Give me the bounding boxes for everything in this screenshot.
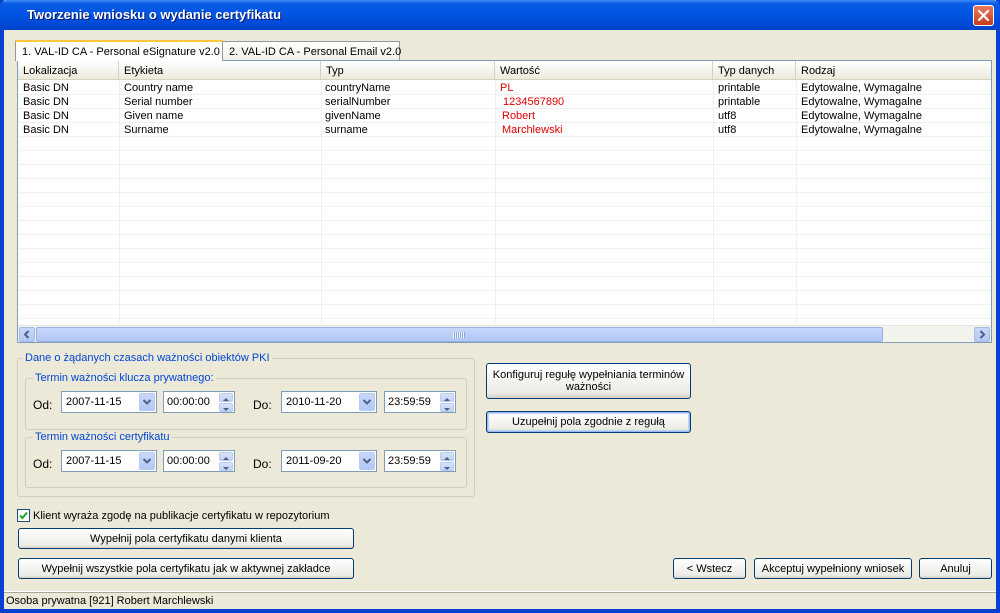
private-key-from-label: Od: bbox=[33, 398, 53, 412]
table-row[interactable]: Basic DN Given name givenName Robert utf… bbox=[18, 109, 991, 123]
back-button[interactable]: < Wstecz bbox=[673, 558, 746, 579]
spin-down-icon[interactable] bbox=[440, 462, 454, 471]
tab-email-label: 2. VAL-ID CA - Personal Email v2.0 bbox=[229, 46, 402, 58]
column-header-data-type[interactable]: Typ danych bbox=[713, 61, 796, 80]
status-bar: Osoba prywatna [921] Robert Marchlewski bbox=[4, 591, 996, 609]
private-key-from-date-picker[interactable]: 2007-11-15 bbox=[61, 391, 157, 413]
column-header-value[interactable]: Wartość bbox=[495, 61, 713, 80]
chevron-down-icon[interactable] bbox=[139, 452, 155, 470]
cell-value[interactable]: Robert bbox=[502, 110, 535, 122]
cell-data-type: printable bbox=[718, 82, 761, 94]
cell-data-type: utf8 bbox=[718, 124, 737, 136]
certificate-from-label: Od: bbox=[33, 457, 53, 471]
spin-down-icon[interactable] bbox=[219, 462, 233, 471]
private-key-to-time-spinner[interactable]: 23:59:59 bbox=[384, 391, 456, 413]
scroll-left-button[interactable] bbox=[19, 327, 35, 342]
chevron-right-icon bbox=[979, 330, 986, 339]
window-title: Tworzenie wniosku o wydanie certyfikatu bbox=[27, 7, 282, 22]
grid-rows: Basic DN Country name countryName PL pri… bbox=[18, 80, 991, 324]
scroll-thumb[interactable] bbox=[36, 327, 883, 342]
spin-up-icon[interactable] bbox=[440, 452, 454, 461]
certificate-from-date-picker[interactable]: 2007-11-15 bbox=[61, 450, 157, 472]
certificate-to-label: Do: bbox=[253, 457, 272, 471]
fill-all-fields-button[interactable]: Wypełnij wszystkie pola certyfikatu jak … bbox=[18, 558, 354, 579]
private-key-to-label: Do: bbox=[253, 398, 272, 412]
cell-type: surname bbox=[325, 124, 368, 136]
close-button[interactable] bbox=[973, 5, 994, 26]
cell-location: Basic DN bbox=[23, 82, 69, 94]
certificate-to-time-spinner[interactable]: 23:59:59 bbox=[384, 450, 456, 472]
chevron-down-icon[interactable] bbox=[139, 393, 155, 411]
table-row[interactable]: Basic DN Surname surname Marchlewski utf… bbox=[18, 123, 991, 137]
spin-down-icon[interactable] bbox=[219, 403, 233, 412]
configure-rule-button[interactable]: Konfiguruj regułę wypełniania terminów w… bbox=[486, 363, 691, 399]
consent-checkbox[interactable] bbox=[17, 509, 30, 522]
cell-data-type: utf8 bbox=[718, 110, 737, 122]
scroll-right-button[interactable] bbox=[974, 327, 990, 342]
cell-value[interactable]: 1234567890 bbox=[503, 96, 564, 108]
title-bar[interactable]: Tworzenie wniosku o wydanie certyfikatu bbox=[0, 0, 1000, 30]
column-header-location[interactable]: Lokalizacja bbox=[18, 61, 119, 80]
cell-location: Basic DN bbox=[23, 110, 69, 122]
horizontal-scrollbar[interactable] bbox=[18, 325, 991, 342]
certificate-validity-title: Termin ważności certyfikatu bbox=[33, 431, 172, 443]
consent-label[interactable]: Klient wyraża zgodę na publikacje certyf… bbox=[33, 510, 330, 522]
close-icon bbox=[977, 9, 990, 22]
cell-kind: Edytowalne, Wymagalne bbox=[801, 110, 922, 122]
accept-request-button[interactable]: Akceptuj wypełniony wniosek bbox=[754, 558, 912, 579]
column-header-type[interactable]: Typ bbox=[321, 61, 495, 80]
private-key-validity-title: Termin ważności klucza prywatnego: bbox=[33, 372, 216, 384]
certificate-fields-grid[interactable]: Lokalizacja Etykieta Typ Wartość Typ dan… bbox=[17, 60, 992, 343]
cell-type: serialNumber bbox=[325, 96, 391, 108]
spin-up-icon[interactable] bbox=[440, 393, 454, 402]
cell-label: Surname bbox=[124, 124, 169, 136]
cell-location: Basic DN bbox=[23, 124, 69, 136]
chevron-down-icon[interactable] bbox=[359, 452, 375, 470]
cell-data-type: printable bbox=[718, 96, 761, 108]
spin-up-icon[interactable] bbox=[219, 393, 233, 402]
spin-up-icon[interactable] bbox=[219, 452, 233, 461]
certificate-to-date-picker[interactable]: 2011-09-20 bbox=[281, 450, 377, 472]
cell-value[interactable]: PL bbox=[500, 82, 513, 94]
fill-client-data-button[interactable]: Wypełnij pola certyfikatu danymi klienta bbox=[18, 528, 354, 549]
tab-esignature[interactable]: 1. VAL-ID CA - Personal eSignature v2.0 bbox=[15, 40, 223, 61]
cell-value[interactable]: Marchlewski bbox=[502, 124, 563, 136]
cell-label: Country name bbox=[124, 82, 194, 94]
certificate-from-time-spinner[interactable]: 00:00:00 bbox=[163, 450, 235, 472]
fill-by-rule-button[interactable]: Uzupełnij pola zgodnie z regułą bbox=[486, 411, 691, 433]
private-key-from-time-spinner[interactable]: 00:00:00 bbox=[163, 391, 235, 413]
cell-location: Basic DN bbox=[23, 96, 69, 108]
chevron-down-icon[interactable] bbox=[359, 393, 375, 411]
dialog-window: Tworzenie wniosku o wydanie certyfikatu … bbox=[0, 0, 1000, 613]
chevron-left-icon bbox=[23, 330, 30, 339]
private-key-to-date-picker[interactable]: 2010-11-20 bbox=[281, 391, 377, 413]
cell-kind: Edytowalne, Wymagalne bbox=[801, 124, 922, 136]
cancel-button[interactable]: Anuluj bbox=[919, 558, 992, 579]
cell-kind: Edytowalne, Wymagalne bbox=[801, 96, 922, 108]
cell-kind: Edytowalne, Wymagalne bbox=[801, 82, 922, 94]
table-row[interactable]: Basic DN Country name countryName PL pri… bbox=[18, 81, 991, 95]
tab-email[interactable]: 2. VAL-ID CA - Personal Email v2.0 bbox=[222, 41, 402, 61]
cell-label: Serial number bbox=[124, 96, 193, 108]
grid-header: Lokalizacja Etykieta Typ Wartość Typ dan… bbox=[18, 61, 991, 80]
cell-type: countryName bbox=[325, 82, 391, 94]
tab-esignature-label: 1. VAL-ID CA - Personal eSignature v2.0 bbox=[22, 46, 220, 58]
status-text: Osoba prywatna [921] Robert Marchlewski bbox=[6, 595, 214, 607]
column-header-kind[interactable]: Rodzaj bbox=[796, 61, 991, 80]
checkmark-icon bbox=[19, 511, 28, 520]
column-header-label[interactable]: Etykieta bbox=[119, 61, 321, 80]
cell-label: Given name bbox=[124, 110, 184, 122]
cell-type: givenName bbox=[325, 110, 381, 122]
spin-down-icon[interactable] bbox=[440, 403, 454, 412]
validity-group-title: Dane o żądanych czasach ważności obiektó… bbox=[23, 352, 272, 364]
table-row[interactable]: Basic DN Serial number serialNumber 1234… bbox=[18, 95, 991, 109]
